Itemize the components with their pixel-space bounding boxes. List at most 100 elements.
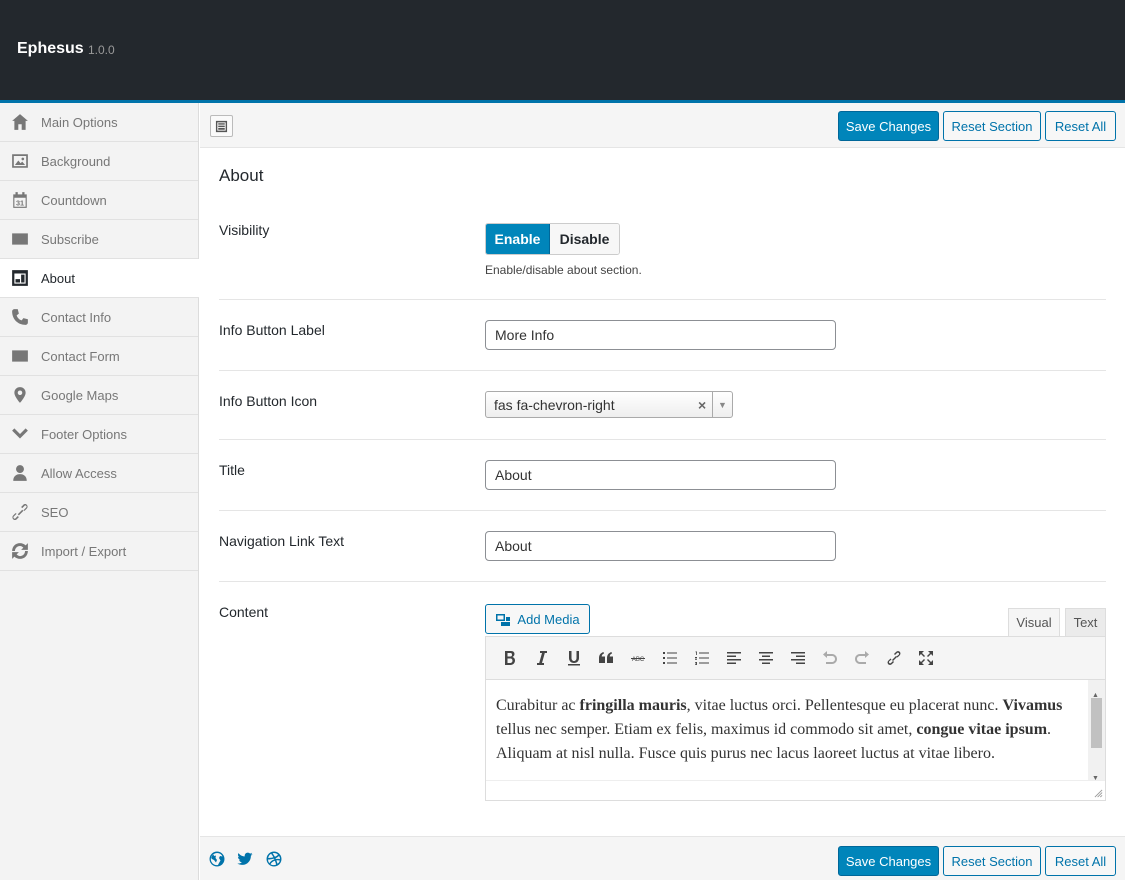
home-icon — [11, 113, 29, 131]
phone-icon — [11, 308, 29, 326]
select-value: fas fa-chevron-right — [494, 396, 615, 413]
clear-icon[interactable]: × — [698, 397, 712, 413]
align-center-icon[interactable] — [750, 644, 782, 672]
sidebar-item-google-maps[interactable]: Google Maps — [0, 376, 198, 415]
info-button-label-input[interactable]: More Info — [485, 320, 836, 350]
sidebar-item-label: Allow Access — [41, 465, 117, 481]
chevron-down-icon — [11, 425, 29, 443]
add-media-button[interactable]: Add Media — [485, 604, 590, 634]
calendar-icon: 31 — [11, 191, 29, 209]
content-bold-text: fringilla mauris — [579, 697, 687, 714]
editor-content[interactable]: Curabitur ac fringilla mauris, vitae luc… — [486, 680, 1105, 780]
sidebar-item-label: Import / Export — [41, 543, 127, 559]
envelope-icon — [11, 347, 29, 365]
sidebar-item-subscribe[interactable]: Subscribe — [0, 220, 198, 259]
footer-reset-section-button[interactable]: Reset Section — [943, 846, 1041, 876]
window-icon — [11, 269, 29, 287]
svg-text:ABC: ABC — [632, 657, 645, 663]
app-title: Ephesus — [17, 40, 84, 57]
sidebar-item-label: Main Options — [41, 114, 118, 130]
envelope-icon — [11, 230, 29, 248]
sidebar-item-background[interactable]: Background — [0, 142, 198, 181]
align-left-icon[interactable] — [718, 644, 750, 672]
fullscreen-icon[interactable] — [910, 644, 942, 672]
sidebar: Main Options Background 31 Countdown Sub… — [0, 103, 199, 880]
sidebar-item-countdown[interactable]: 31 Countdown — [0, 181, 198, 220]
numbered-list-icon[interactable] — [686, 644, 718, 672]
content-label: Content — [219, 604, 269, 620]
sidebar-item-main-options[interactable]: Main Options — [0, 103, 198, 142]
section-title: About — [219, 166, 264, 185]
top-toolbar: Save Changes Reset Section Reset All — [200, 103, 1125, 148]
editor-scrollbar[interactable]: ▲ ▼ — [1088, 680, 1105, 780]
sidebar-item-contact-info[interactable]: Contact Info — [0, 298, 198, 337]
globe-icon[interactable] — [209, 851, 225, 867]
sidebar-item-footer-options[interactable]: Footer Options — [0, 415, 198, 454]
sidebar-item-about[interactable]: About — [0, 259, 199, 298]
sidebar-item-import-export[interactable]: Import / Export — [0, 532, 198, 571]
reset-all-button[interactable]: Reset All — [1045, 111, 1116, 141]
sidebar-item-contact-form[interactable]: Contact Form — [0, 337, 198, 376]
footer-reset-all-button[interactable]: Reset All — [1045, 846, 1116, 876]
media-icon — [496, 614, 511, 626]
bullet-list-icon[interactable] — [654, 644, 686, 672]
visibility-toggle: Enable Disable — [485, 223, 620, 255]
dribbble-icon[interactable] — [266, 851, 282, 867]
save-changes-button[interactable]: Save Changes — [838, 111, 939, 141]
twitter-icon[interactable] — [237, 851, 253, 867]
sidebar-item-label: Google Maps — [41, 387, 119, 403]
field-label: Info Button Label — [219, 322, 325, 338]
refresh-icon — [11, 542, 29, 560]
nav-link-text-input[interactable]: About — [485, 531, 836, 561]
blockquote-icon[interactable] — [590, 644, 622, 672]
add-media-label: Add Media — [517, 611, 580, 627]
bold-icon[interactable] — [494, 644, 526, 672]
scroll-down-icon[interactable]: ▼ — [1092, 766, 1099, 780]
undo-icon[interactable] — [814, 644, 846, 672]
resize-handle-icon[interactable] — [1094, 789, 1103, 798]
svg-text:31: 31 — [16, 198, 24, 207]
sidebar-item-label: About — [41, 270, 75, 286]
sidebar-item-label: Subscribe — [41, 231, 99, 247]
tab-visual[interactable]: Visual — [1008, 608, 1060, 636]
italic-icon[interactable] — [526, 644, 558, 672]
expand-options-button[interactable] — [210, 115, 233, 137]
info-button-icon-select[interactable]: fas fa-chevron-right × ▼ — [485, 391, 733, 418]
visibility-description: Enable/disable about section. — [485, 263, 642, 277]
sidebar-item-label: Countdown — [41, 192, 107, 208]
align-right-icon[interactable] — [782, 644, 814, 672]
app-header: Ephesus 1.0.0 — [0, 0, 1125, 103]
sidebar-item-label: Contact Form — [41, 348, 120, 364]
field-label: Navigation Link Text — [219, 533, 345, 549]
image-icon — [11, 152, 29, 170]
content-text: , vitae luctus orci. Pellentesque eu pla… — [686, 697, 1003, 714]
scroll-thumb[interactable] — [1091, 698, 1102, 748]
link-icon — [11, 503, 29, 521]
map-marker-icon — [11, 386, 29, 404]
footer-save-changes-button[interactable]: Save Changes — [838, 846, 939, 876]
title-input[interactable]: About — [485, 460, 836, 490]
field-label: Info Button Icon — [219, 393, 318, 409]
editor-statusbar — [486, 780, 1105, 800]
field-label: Visibility — [219, 222, 270, 238]
strikethrough-icon[interactable]: ABC — [622, 644, 654, 672]
reset-section-button[interactable]: Reset Section — [943, 111, 1041, 141]
editor-toolbar: ABC — [486, 637, 1105, 680]
sidebar-item-allow-access[interactable]: Allow Access — [0, 454, 198, 493]
sidebar-item-seo[interactable]: SEO — [0, 493, 198, 532]
disable-button[interactable]: Disable — [550, 224, 619, 254]
user-icon — [11, 464, 29, 482]
sidebar-item-label: Background — [41, 153, 111, 169]
dropdown-arrow-icon[interactable]: ▼ — [712, 392, 732, 417]
sidebar-item-label: Footer Options — [41, 426, 127, 442]
content-bold-text: Vivamus — [1002, 697, 1063, 714]
link-icon[interactable] — [878, 644, 910, 672]
enable-button[interactable]: Enable — [486, 224, 550, 254]
content-text: tellus nec semper. Etiam ex felis, maxim… — [496, 721, 917, 738]
tab-text[interactable]: Text — [1065, 608, 1106, 636]
redo-icon[interactable] — [846, 644, 878, 672]
options-panel: About Visibility Enable Disable Enable/d… — [200, 148, 1125, 836]
underline-icon[interactable] — [558, 644, 590, 672]
field-label: Title — [219, 462, 245, 478]
footer-bar: Save Changes Reset Section Reset All — [200, 836, 1125, 880]
